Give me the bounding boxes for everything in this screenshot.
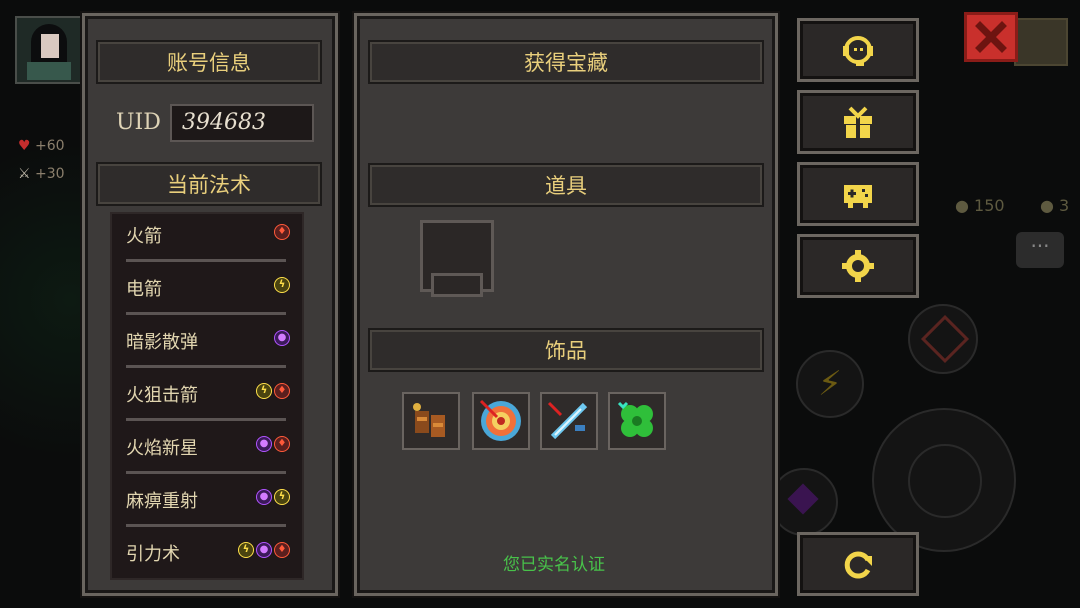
spell-name: 麻痹重射 — [126, 491, 198, 512]
gift-button[interactable] — [797, 90, 919, 154]
current-spells-title: 当前法术 — [96, 162, 322, 206]
treasure-panel — [354, 13, 778, 596]
leather-bracers-icon[interactable] — [402, 392, 460, 450]
support-button[interactable] — [797, 18, 919, 82]
hp-stat: ♥ +60 — [18, 138, 65, 154]
spell-name: 火狙击箭 — [126, 385, 198, 406]
gear-icon — [842, 250, 874, 282]
fire-element-icon: ♦ — [274, 224, 290, 240]
spell-name: 火箭 — [126, 226, 162, 247]
items-title: 道具 — [368, 163, 764, 207]
archery-target-icon[interactable] — [472, 392, 530, 450]
green-clover-icon[interactable] — [608, 392, 666, 450]
headset-icon — [843, 36, 873, 66]
uid-label: UID — [116, 110, 161, 135]
electric-element-icon: ϟ — [274, 489, 290, 505]
spell-row[interactable]: 电箭 ϟ — [126, 275, 296, 327]
gift-icon — [844, 106, 872, 138]
gamepad-icon — [844, 185, 872, 208]
spell-row[interactable]: 暗影散弹 ● — [126, 328, 296, 380]
spell-name: 暗影散弹 — [126, 332, 198, 353]
close-icon — [975, 21, 1007, 53]
account-info-title: 账号信息 — [96, 40, 322, 84]
electric-element-icon: ϟ — [274, 277, 290, 293]
refresh-button[interactable] — [797, 532, 919, 596]
spell-name: 火焰新星 — [126, 438, 198, 459]
attack-stat: ⚔ +30 — [18, 166, 65, 182]
treasure-title: 获得宝藏 — [368, 40, 764, 84]
spell-name: 引力术 — [126, 544, 180, 565]
fire-skill-joystick[interactable] — [908, 304, 978, 374]
gamepad-button[interactable] — [797, 162, 919, 226]
electric-skill-joystick[interactable]: ⚡ — [796, 350, 864, 418]
electric-element-icon: ϟ — [238, 542, 254, 558]
movement-joystick[interactable] — [872, 408, 1016, 552]
spell-row[interactable]: 引力术 ϟ ● ♦ — [126, 540, 296, 578]
player-avatar[interactable] — [15, 16, 83, 84]
fire-element-icon: ♦ — [274, 542, 290, 558]
spell-row[interactable]: 火焰新星 ● ♦ — [126, 434, 296, 486]
spell-row[interactable]: 麻痹重射 ● ϟ — [126, 487, 296, 539]
fire-element-icon: ♦ — [274, 383, 290, 399]
spell-row[interactable]: 火箭 ♦ — [126, 222, 296, 274]
close-button[interactable] — [964, 12, 1018, 62]
fire-element-icon: ♦ — [274, 436, 290, 452]
realname-verified-status: 您已实名认证 — [503, 555, 605, 575]
ice-dagger-icon[interactable] — [540, 392, 598, 450]
coin-counter-b: ● 3 — [1040, 196, 1070, 215]
settings-button[interactable] — [797, 234, 919, 298]
shadow-element-icon: ● — [256, 489, 272, 505]
electric-element-icon: ϟ — [256, 383, 272, 399]
shadow-skill-joystick[interactable] — [770, 468, 838, 536]
refresh-icon — [844, 551, 872, 579]
accessories-title: 饰品 — [368, 328, 764, 372]
shadow-element-icon: ● — [274, 330, 290, 346]
spell-name: 电箭 — [126, 279, 162, 300]
shadow-element-icon: ● — [256, 436, 272, 452]
uid-field[interactable]: 394683 — [170, 104, 314, 142]
spell-row[interactable]: 火狙击箭 ϟ ♦ — [126, 381, 296, 433]
shadow-element-icon: ● — [256, 542, 272, 558]
item-slot-empty[interactable] — [420, 220, 494, 297]
spell-list[interactable]: 火箭 ♦ 电箭 ϟ 暗影散弹 ● 火狙击箭 ϟ ♦ 火焰新星 ● ♦ 麻痹重射 … — [110, 212, 304, 580]
coin-counter-a: ● 150 — [955, 196, 1005, 215]
chat-bubble-icon[interactable]: ··· — [1016, 232, 1064, 268]
map-toggle-icon[interactable] — [1014, 18, 1068, 66]
